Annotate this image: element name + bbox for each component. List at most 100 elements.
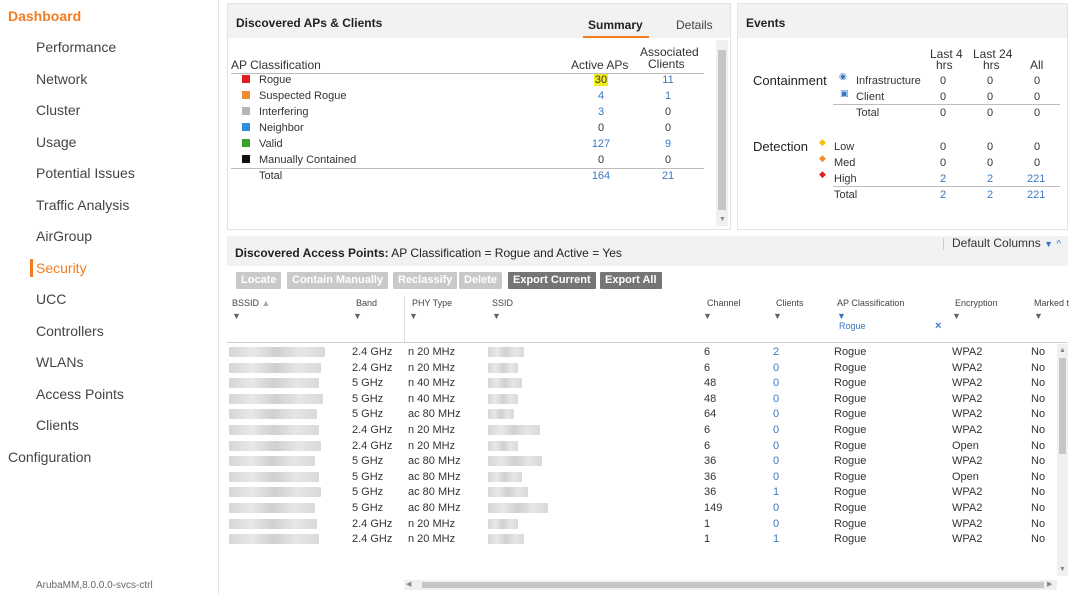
bssid-redacted (229, 472, 319, 482)
col-classification[interactable]: AP Classification (837, 298, 904, 308)
ev-high-24h[interactable]: 2 (987, 173, 993, 186)
filter-value-rogue[interactable]: Rogue (839, 321, 866, 331)
sidebar-item-ucc[interactable]: UCC (36, 291, 66, 307)
sidebar-item-configuration[interactable]: Configuration (8, 449, 91, 465)
sidebar-item-security[interactable]: Security (36, 260, 87, 276)
cell-clients[interactable]: 0 (773, 361, 779, 375)
col-phy-type[interactable]: PHY Type (412, 298, 452, 308)
sidebar-item-performance[interactable]: Performance (36, 39, 116, 55)
cell-clients[interactable]: 1 (773, 532, 779, 546)
cell-clients[interactable]: 0 (773, 376, 779, 390)
col-channel[interactable]: Channel (707, 298, 741, 308)
filter-marked-icon[interactable]: ▼ (1034, 311, 1043, 321)
filter-channel-icon[interactable]: ▼ (703, 311, 712, 321)
filter-ssid-icon[interactable]: ▼ (492, 311, 501, 321)
col-encryption[interactable]: Encryption (955, 298, 998, 308)
default-columns-label[interactable]: Default Columns (952, 236, 1041, 250)
col-ssid[interactable]: SSID (492, 298, 513, 308)
cell-encryption: WPA2 (952, 377, 983, 389)
filter-bssid-icon[interactable]: ▼ (232, 311, 241, 321)
cell-clients[interactable]: 0 (773, 517, 779, 531)
ev-high-all[interactable]: 221 (1027, 173, 1045, 186)
col-bssid-label[interactable]: BSSID (232, 298, 259, 308)
ev-detection-total-4h[interactable]: 2 (940, 189, 946, 202)
cell-clients[interactable]: 0 (773, 439, 779, 453)
cell-phy-type: ac 80 MHz (408, 502, 461, 514)
filter-band-icon[interactable]: ▼ (353, 311, 362, 321)
cell-clients[interactable]: 1 (773, 485, 779, 499)
delete-button[interactable]: Delete (459, 272, 503, 289)
cell-clients[interactable]: 0 (773, 501, 779, 515)
col-band[interactable]: Band (356, 298, 377, 308)
filter-classification-icon[interactable]: ▼ (837, 311, 846, 321)
clients-rogue[interactable]: 11 (648, 74, 688, 87)
sidebar-item-controllers[interactable]: Controllers (36, 323, 104, 339)
sidebar-item-dashboard[interactable]: Dashboard (8, 8, 81, 24)
sidebar-item-potential-issues[interactable]: Potential Issues (36, 165, 135, 181)
ap-summary-scroll-thumb[interactable] (718, 50, 726, 210)
chevron-down-icon[interactable]: ▼ (1044, 239, 1053, 249)
active-suspected-rogue[interactable]: 4 (581, 90, 621, 103)
table-hscroll-thumb[interactable] (422, 582, 1044, 588)
locate-button[interactable]: Locate (236, 272, 282, 289)
col-clients-ap[interactable]: Clients (776, 298, 804, 308)
cell-clients[interactable]: 0 (773, 454, 779, 468)
active-rogue[interactable]: 30 (581, 74, 621, 87)
tab-details[interactable]: Details (676, 18, 713, 32)
collapse-icon[interactable]: ^ (1056, 239, 1061, 250)
sort-asc-icon[interactable]: ▲ (262, 298, 271, 308)
clear-filter-icon[interactable]: × (935, 320, 941, 332)
cell-clients[interactable]: 2 (773, 345, 779, 359)
ev-infrastructure: Infrastructure (856, 75, 921, 87)
cell-clients[interactable]: 0 (773, 407, 779, 421)
scroll-left-icon[interactable]: ◀ (406, 581, 411, 589)
clients-suspected-rogue[interactable]: 1 (648, 90, 688, 103)
scroll-down-icon[interactable]: ▼ (719, 216, 726, 224)
col-clients: Clients (648, 57, 685, 71)
bssid-redacted (229, 378, 319, 388)
tab-summary[interactable]: Summary (588, 18, 643, 32)
sidebar-item-wlans[interactable]: WLANs (36, 354, 83, 370)
ap-summary-scrollbar[interactable]: ▼ (716, 40, 728, 226)
sidebar-item-network[interactable]: Network (36, 71, 87, 87)
default-columns-menu[interactable]: Default Columns ▼ ^ (952, 236, 1061, 250)
clients-total[interactable]: 21 (648, 170, 688, 183)
filter-phy-icon[interactable]: ▼ (409, 311, 418, 321)
table-scroll-down-icon[interactable]: ▼ (1059, 566, 1066, 574)
contain-manually-button[interactable]: Contain Manually (287, 272, 389, 289)
scroll-up-icon[interactable]: ▲ (1059, 347, 1066, 355)
col-bssid[interactable]: BSSID ▲ (232, 298, 270, 308)
export-all-button[interactable]: Export All (600, 272, 662, 289)
sidebar-item-cluster[interactable]: Cluster (36, 102, 80, 118)
cell-clients[interactable]: 0 (773, 423, 779, 437)
export-current-button[interactable]: Export Current (508, 272, 596, 289)
reclassify-button[interactable]: Reclassify (393, 272, 458, 289)
cell-marked: No (1031, 408, 1046, 420)
client-icon: ▣ (840, 88, 849, 98)
table-vertical-scrollbar[interactable]: ▲ ▼ (1057, 344, 1068, 576)
cell-clients[interactable]: 0 (773, 470, 779, 484)
col-marked[interactable]: Marked t (1034, 298, 1069, 308)
filter-encryption-icon[interactable]: ▼ (952, 311, 961, 321)
table-horizontal-scrollbar[interactable]: ◀ ▶ (404, 580, 1057, 590)
sidebar-item-access-points[interactable]: Access Points (36, 386, 124, 402)
active-valid[interactable]: 127 (581, 138, 621, 151)
scroll-right-icon[interactable]: ▶ (1047, 581, 1052, 589)
filter-clients-icon[interactable]: ▼ (773, 311, 782, 321)
sidebar-item-clients[interactable]: Clients (36, 417, 79, 433)
sidebar-item-traffic-analysis[interactable]: Traffic Analysis (36, 197, 129, 213)
ev-high-4h[interactable]: 2 (940, 173, 946, 186)
bssid-redacted (229, 456, 315, 466)
ev-detection-total-24h[interactable]: 2 (987, 189, 993, 202)
ev-detection-total-all[interactable]: 221 (1027, 189, 1045, 202)
active-rogue-value[interactable]: 30 (593, 74, 609, 86)
sidebar-item-airgroup[interactable]: AirGroup (36, 228, 92, 244)
sidebar-item-usage[interactable]: Usage (36, 134, 76, 150)
active-total[interactable]: 164 (581, 170, 621, 183)
active-interfering[interactable]: 3 (581, 106, 621, 119)
table-vscroll-thumb[interactable] (1059, 358, 1066, 454)
clients-valid[interactable]: 9 (648, 138, 688, 151)
ev-client-4h: 0 (940, 91, 947, 103)
cell-clients[interactable]: 0 (773, 392, 779, 406)
cell-classification: Rogue (834, 377, 867, 389)
